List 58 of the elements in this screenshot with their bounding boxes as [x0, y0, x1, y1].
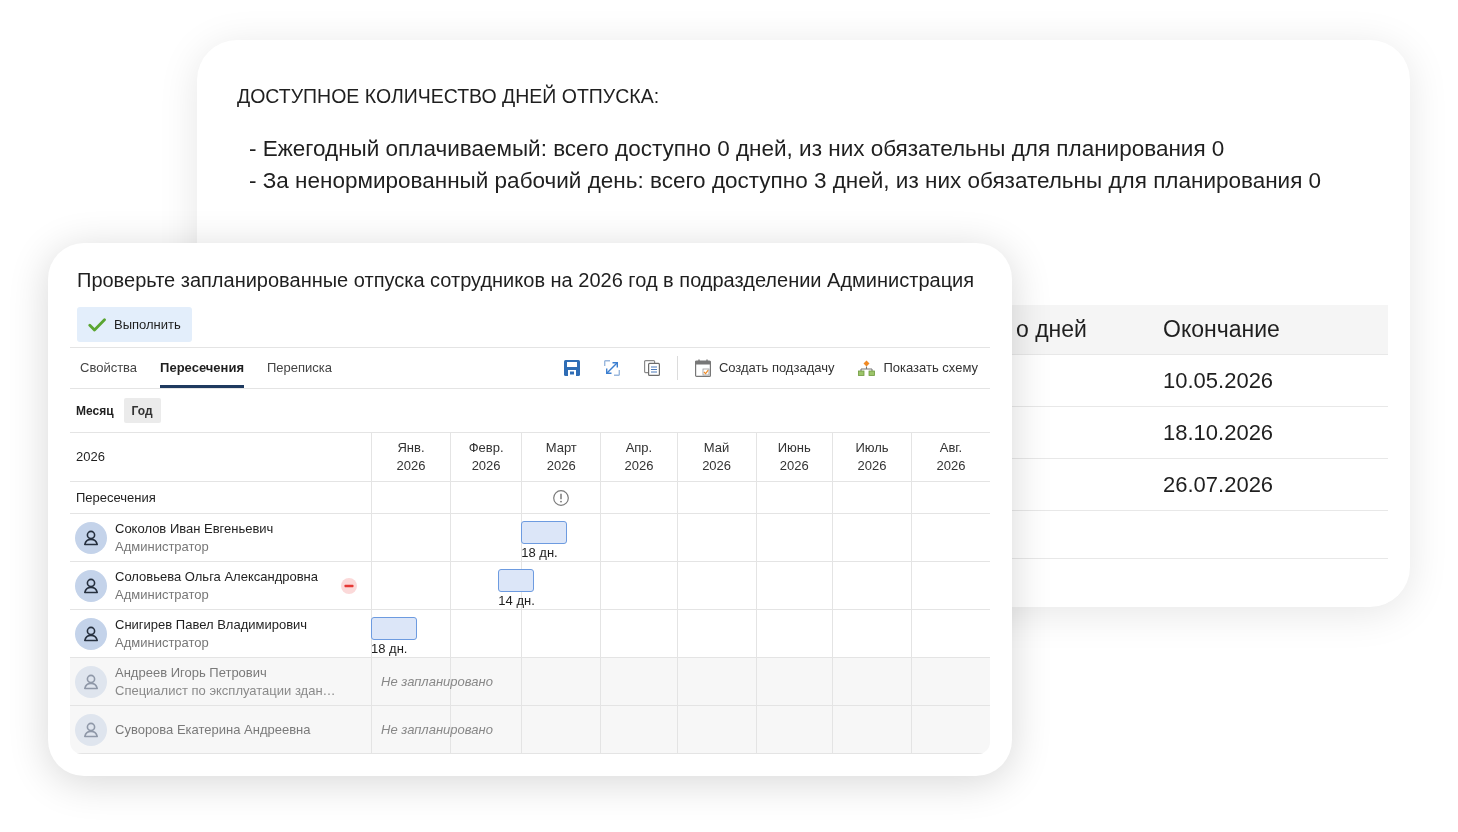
table-cell: 18.10.2026	[1163, 419, 1274, 445]
documents-icon	[643, 360, 660, 376]
month-header: Апр. 2026	[624, 439, 654, 475]
vacation-bar[interactable]	[498, 569, 534, 592]
employee-name: Андреев Игорь Петрович	[115, 663, 267, 682]
user-avatar-icon	[75, 569, 107, 602]
view-mode-toggle[interactable]: Год	[123, 398, 161, 423]
month-header: Май 2026	[702, 439, 732, 475]
row-label: Пересечения	[76, 488, 156, 507]
month-header: Авг. 2026	[936, 439, 966, 475]
employee-name: Снигирев Павел Владимирович	[115, 615, 308, 634]
employee-role: Специалист по эксплуатации здан…	[115, 681, 336, 700]
user-avatar-icon	[75, 617, 107, 650]
duration-label: 18 дн.	[521, 545, 558, 561]
user-avatar-icon	[75, 713, 107, 746]
tab[interactable]: Переписка	[267, 348, 333, 388]
user-avatar-icon	[75, 665, 107, 698]
year-label: 2026	[76, 448, 105, 467]
user-avatar-icon	[75, 521, 107, 554]
save-icon	[563, 360, 580, 376]
calendar-icon	[694, 359, 711, 377]
month-header: Июль 2026	[855, 439, 889, 475]
month-header: Март 2026	[545, 439, 577, 475]
duration-label: 14 дн.	[498, 593, 535, 609]
section-heading: ДОСТУПНОЕ КОЛИЧЕСТВО ДНЕЙ ОТПУСКА:	[237, 84, 660, 108]
status-note: Не запланировано	[381, 672, 493, 691]
expand-button[interactable]	[603, 360, 620, 376]
tab[interactable]: Свойства	[80, 348, 138, 388]
employee-role: Администратор	[115, 633, 209, 652]
hierarchy-icon	[858, 360, 876, 376]
vacation-bar[interactable]	[521, 521, 568, 544]
allowance-line: - Ежегодный оплачиваемый: всего доступно 0 дней, из них обязательны для планирования 0	[249, 135, 1225, 163]
allowance-line: - За ненормированный рабочий день: всего доступно 3 дней, из них обязательны для планирования 0	[249, 167, 1322, 195]
month-header: Февр. 2026	[468, 439, 504, 475]
toolbar-action[interactable]: Создать подзадачу	[694, 358, 835, 378]
complete-button[interactable]: Выполнить	[77, 307, 192, 342]
table-cell: 26.07.2026	[1163, 471, 1274, 497]
toolbar-action[interactable]: Показать схему	[858, 358, 978, 378]
view-mode-toggle[interactable]: Месяц	[76, 398, 114, 423]
column-header: о дней	[1016, 316, 1087, 342]
check-icon	[88, 317, 106, 332]
employee-name: Суворова Екатерина Андреевна	[115, 720, 311, 739]
employee-role: Администратор	[115, 585, 209, 604]
duration-label: 18 дн.	[371, 641, 408, 657]
employee-role: Администратор	[115, 537, 209, 556]
month-header: Июнь 2026	[777, 439, 811, 475]
copy-button[interactable]	[643, 360, 660, 376]
month-header: Янв. 2026	[396, 439, 426, 475]
status-note: Не запланировано	[381, 720, 493, 739]
diagonal-arrows-icon	[603, 360, 620, 376]
column-header: Окончание	[1163, 316, 1280, 342]
save-button[interactable]	[563, 360, 580, 376]
table-cell: 10.05.2026	[1163, 367, 1274, 393]
employee-name: Соколов Иван Евгеньевич	[115, 519, 274, 538]
tab[interactable]: Пересечения	[160, 348, 244, 388]
employee-name: Соловьева Ольга Александровна	[115, 567, 319, 586]
task-title: Проверьте запланированные отпуска сотрудников на 2026 год в подразделении Администрация	[77, 268, 975, 292]
vacation-bar[interactable]	[371, 617, 417, 640]
